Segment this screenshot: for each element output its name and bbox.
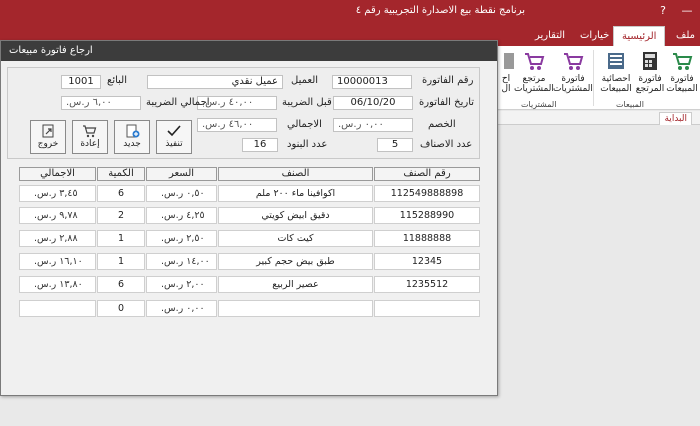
table-cell-price[interactable]: ٢,٠٠ ر.س. xyxy=(146,276,217,293)
lines-count-field: 16 xyxy=(242,138,278,152)
new-button[interactable]: جديد xyxy=(114,120,150,154)
check-icon xyxy=(167,125,181,137)
table-cell-total[interactable] xyxy=(19,300,96,317)
tab-start[interactable]: البداية xyxy=(659,112,692,125)
table-cell-total[interactable]: ٣,٤٥ ر.س. xyxy=(19,185,96,202)
table-cell-price[interactable]: ٢,٥٠ ر.س. xyxy=(146,230,217,247)
table-cell-item[interactable]: اكوافينا ماء ٢٠٠ ملم xyxy=(218,185,373,202)
table-cell-item[interactable]: دقيق ابيض كويتي xyxy=(218,207,373,224)
table-cell-qty[interactable]: 2 xyxy=(97,207,145,224)
table-cell-price[interactable]: ٤,٢٥ ر.س. xyxy=(146,207,217,224)
table-cell-price[interactable]: ٠,٠٠ ر.س. xyxy=(146,300,217,317)
table-cell-code[interactable]: 112549888898 xyxy=(374,185,480,202)
table-cell-code[interactable]: 1235512 xyxy=(374,276,480,293)
new-document-icon xyxy=(126,124,140,138)
execute-button[interactable]: تنفيذ xyxy=(156,120,192,154)
table-cell-item[interactable] xyxy=(218,300,373,317)
book-icon xyxy=(608,53,624,69)
before-tax-label: قبل الضريبة xyxy=(282,97,332,108)
shopping-cart-icon xyxy=(673,53,693,70)
tab-options[interactable]: خيارات xyxy=(572,26,617,46)
total-field: ٤٦,٠٠ ر.س. xyxy=(197,118,277,132)
minimize-button[interactable]: — xyxy=(680,4,694,18)
table-cell-total[interactable]: ٢,٨٨ ر.س. xyxy=(19,230,96,247)
window-title: برنامج نقطة بيع الاصدارة التجريبية رقم ٤ xyxy=(355,5,525,16)
customer-field[interactable]: عميل نقدي xyxy=(147,75,283,89)
group-label-purchases: المشتريات xyxy=(521,100,557,109)
dialog-title: ارجاع فاتورة مبيعات xyxy=(1,41,497,61)
table-cell-item[interactable]: كيت كات xyxy=(218,230,373,247)
invoice-no-field[interactable]: 10000013 xyxy=(332,75,412,89)
table-cell-qty[interactable]: 1 xyxy=(97,230,145,247)
col-header-qty: الكمية xyxy=(97,167,145,181)
col-header-item: الصنف xyxy=(218,167,373,181)
return-invoice-button[interactable]: فاتورة المرتجع xyxy=(630,50,670,94)
table-cell-qty[interactable]: 0 xyxy=(97,300,145,317)
table-cell-qty[interactable]: 6 xyxy=(97,185,145,202)
table-cell-price[interactable]: ٠,٥٠ ر.س. xyxy=(146,185,217,202)
ribbon-separator xyxy=(593,50,594,106)
exit-icon xyxy=(42,124,54,138)
customer-label: العميل xyxy=(291,75,319,86)
invoice-no-label: رقم الفاتورة xyxy=(422,75,474,86)
help-button[interactable]: ? xyxy=(656,4,670,18)
items-count-label: عدد الاصناف xyxy=(420,139,473,150)
calculator-icon xyxy=(643,52,657,70)
tab-home[interactable]: الرئيسية xyxy=(613,26,666,46)
invoice-date-label: تاريخ الفاتورة xyxy=(419,97,475,108)
seller-field[interactable]: 1001 xyxy=(61,75,101,89)
reprint-button[interactable]: إعادة xyxy=(72,120,108,154)
cart-return-icon xyxy=(525,53,545,70)
table-cell-total[interactable]: ٩,٧٨ ر.س. xyxy=(19,207,96,224)
tab-reports[interactable]: التقارير xyxy=(527,26,573,46)
col-header-code: رقم الصنف xyxy=(374,167,480,181)
total-tax-label: اجمالي الضريبة xyxy=(146,97,210,108)
group-label-sales: المبيعات xyxy=(616,100,644,109)
table-cell-total[interactable]: ١٣,٨٠ ر.س. xyxy=(19,276,96,293)
col-header-total: الاجمالي xyxy=(19,167,96,181)
items-count-field: 5 xyxy=(377,138,413,152)
table-cell-code[interactable]: 12345 xyxy=(374,253,480,270)
table-cell-code[interactable] xyxy=(374,300,480,317)
table-cell-total[interactable]: ١٦,١٠ ر.س. xyxy=(19,253,96,270)
purchase-invoice-button[interactable]: فاتورة المشتريات xyxy=(553,50,593,94)
return-sales-invoice-dialog: ارجاع فاتورة مبيعات رقم الفاتورة 1000001… xyxy=(0,40,498,396)
table-cell-qty[interactable]: 6 xyxy=(97,276,145,293)
table-cell-item[interactable]: طبق بيض حجم كبير xyxy=(218,253,373,270)
discount-field[interactable]: ٠,٠٠ ر.س. xyxy=(333,118,413,132)
more-button[interactable]: اح ال xyxy=(498,50,514,94)
sales-stats-button[interactable]: احصائية المبيعات xyxy=(596,50,636,94)
table-cell-qty[interactable]: 1 xyxy=(97,253,145,270)
cart-plus-icon xyxy=(564,53,584,70)
table-cell-code[interactable]: 11888888 xyxy=(374,230,480,247)
purchase-return-button[interactable]: مرتجع المشتريات xyxy=(514,50,554,94)
table-cell-price[interactable]: ١٤,٠٠ ر.س. xyxy=(146,253,217,270)
seller-label: البائع xyxy=(107,75,127,86)
report-icon xyxy=(504,53,514,69)
exit-button[interactable]: خروج xyxy=(30,120,66,154)
cart-icon xyxy=(83,125,97,138)
title-bar: برنامج نقطة بيع الاصدارة التجريبية رقم ٤… xyxy=(0,0,700,24)
total-tax-field: ٦,٠٠ ر.س. xyxy=(61,96,141,110)
tab-file[interactable]: ملف xyxy=(668,26,700,46)
table-cell-item[interactable]: عصير الربيع xyxy=(218,276,373,293)
lines-count-label: عدد البنود xyxy=(287,139,328,150)
table-cell-code[interactable]: 115288990 xyxy=(374,207,480,224)
total-label: الاجمالي xyxy=(287,119,322,130)
discount-label: الخصم xyxy=(428,119,456,130)
col-header-price: السعر xyxy=(146,167,217,181)
invoice-date-field[interactable]: 06/10/20 xyxy=(333,96,413,110)
